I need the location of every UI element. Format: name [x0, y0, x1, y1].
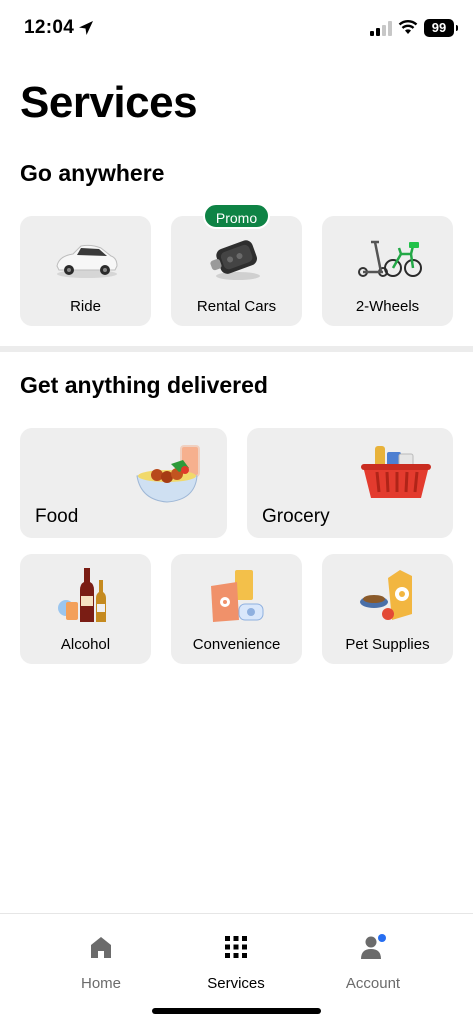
- notification-dot: [378, 934, 386, 942]
- service-label: Grocery: [262, 506, 330, 527]
- location-arrow-icon: [79, 21, 93, 35]
- service-tile-ride[interactable]: Ride: [20, 216, 151, 326]
- home-indicator: [152, 1008, 321, 1014]
- service-label: Convenience: [192, 636, 281, 653]
- bottles-icon: [57, 568, 106, 622]
- promo-badge: Promo: [203, 203, 270, 229]
- service-tile-alcohol[interactable]: Alcohol: [20, 554, 151, 664]
- cellular-signal-icon: [370, 21, 392, 36]
- grid-icon: [225, 936, 247, 958]
- service-label: Rental Cars: [196, 298, 277, 315]
- section-title-delivered: Get anything delivered: [20, 372, 268, 398]
- pet-supplies-icon: [359, 570, 412, 620]
- service-label: 2-Wheels: [355, 298, 420, 315]
- car-icon: [55, 244, 118, 278]
- section-title-go-anywhere: Go anywhere: [20, 160, 165, 186]
- battery-indicator: 99: [424, 19, 458, 37]
- food-bowl-icon: [136, 445, 200, 503]
- convenience-bags-icon: [210, 570, 263, 622]
- tab-label: Services: [207, 975, 265, 992]
- service-tile-convenience[interactable]: Convenience: [171, 554, 302, 664]
- person-icon: [361, 934, 386, 959]
- tab-home[interactable]: Home: [51, 932, 151, 992]
- status-bar: 12:04 99: [0, 0, 473, 58]
- scooter-bike-icon: [357, 240, 422, 277]
- wifi-icon: [398, 20, 418, 34]
- service-label: Alcohol: [60, 636, 111, 653]
- service-tile-food[interactable]: Food: [20, 428, 227, 538]
- car-key-icon: [209, 240, 260, 280]
- service-label: Food: [35, 506, 79, 527]
- tab-label: Account: [345, 975, 401, 992]
- service-tile-grocery[interactable]: Grocery: [247, 428, 453, 538]
- home-icon: [91, 937, 111, 958]
- tab-services[interactable]: Services: [186, 932, 286, 992]
- tab-label: Home: [80, 975, 121, 992]
- page-title: Services: [20, 78, 198, 127]
- grocery-basket-icon: [361, 446, 431, 498]
- status-time: 12:04: [24, 17, 75, 38]
- service-tile-pet-supplies[interactable]: Pet Supplies: [322, 554, 453, 664]
- tab-account[interactable]: Account: [323, 932, 423, 992]
- service-tile-2-wheels[interactable]: 2-Wheels: [322, 216, 453, 326]
- service-tile-rental-cars[interactable]: Rental Cars: [171, 216, 302, 326]
- section-divider: [0, 346, 473, 352]
- service-label: Ride: [70, 298, 101, 315]
- service-label: Pet Supplies: [345, 636, 430, 653]
